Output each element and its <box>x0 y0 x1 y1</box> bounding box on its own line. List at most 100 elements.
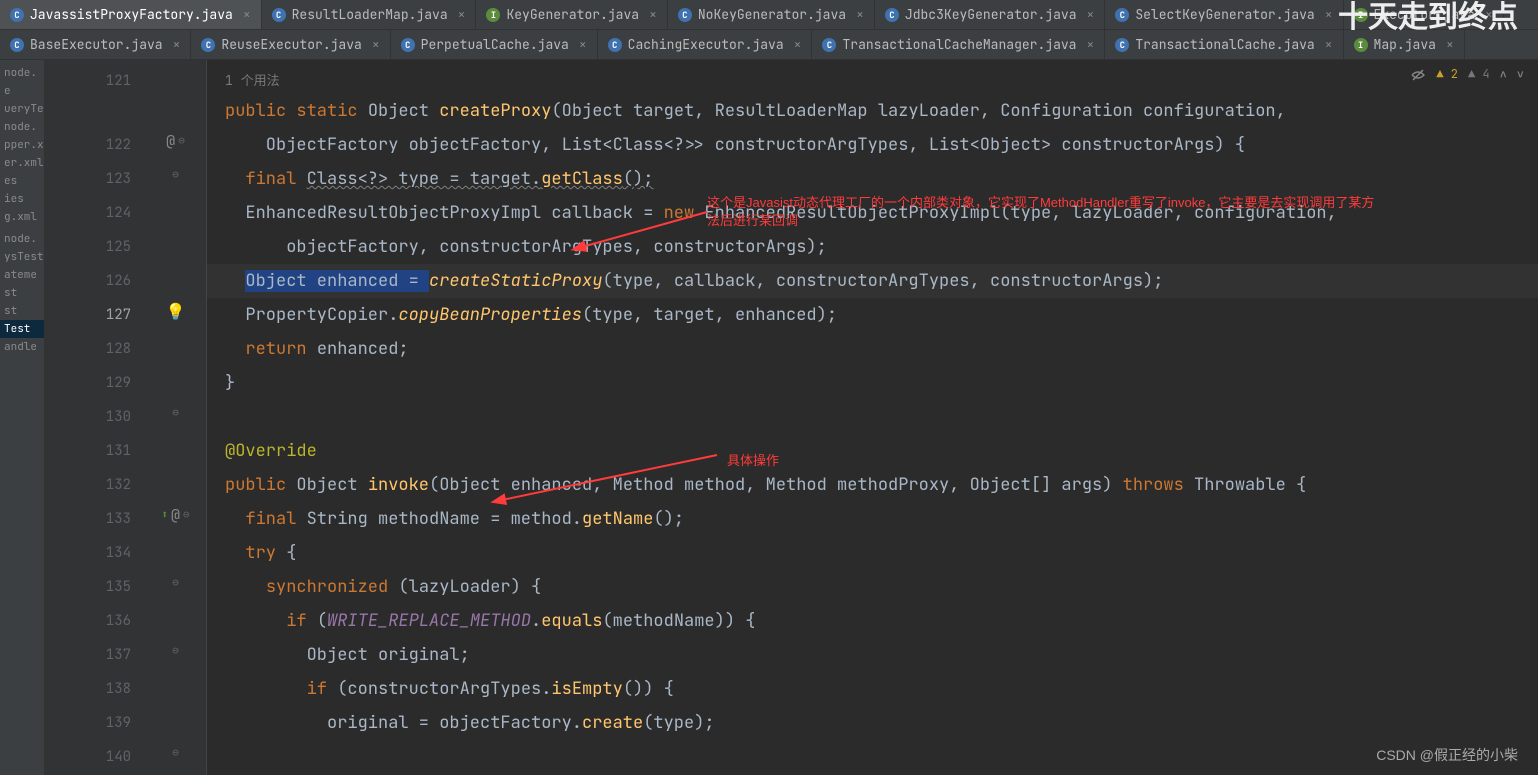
gutter-marks[interactable] <box>145 668 206 702</box>
gutter-marks[interactable]: ⊖ <box>145 634 206 668</box>
file-tab[interactable]: CNoKeyGenerator.java× <box>668 0 875 29</box>
project-item[interactable]: e <box>0 82 44 100</box>
gutter-marks[interactable] <box>145 702 206 736</box>
fold-icon[interactable]: ⊖ <box>172 644 179 658</box>
file-tab[interactable]: CBaseExecutor.java× <box>0 30 191 59</box>
file-tab[interactable]: CPerpetualCache.java× <box>391 30 598 59</box>
warning-icon[interactable]: ▲ 2 <box>1436 66 1458 82</box>
gutter-marks[interactable] <box>145 600 206 634</box>
close-icon[interactable]: × <box>1325 6 1333 23</box>
line-number[interactable]: 134 <box>45 536 145 570</box>
line-number[interactable]: 136 <box>45 604 145 638</box>
file-tab[interactable]: IKeyGenerator.java× <box>476 0 667 29</box>
inspection-bar[interactable]: ▲ 2 ▲ 4 ∧ ∨ <box>1410 66 1524 83</box>
line-number[interactable]: 125 <box>45 230 145 264</box>
override-up-icon[interactable]: ⬆ <box>161 508 168 522</box>
project-item[interactable]: ueryTe <box>0 100 44 118</box>
file-tab[interactable]: CTransactionalCache.java× <box>1105 30 1343 59</box>
close-icon[interactable]: × <box>173 36 181 53</box>
fold-icon[interactable]: ⊖ <box>178 134 185 148</box>
close-icon[interactable]: × <box>649 6 657 23</box>
up-icon[interactable]: ∧ <box>1500 66 1507 82</box>
fold-icon[interactable]: ⊖ <box>172 576 179 590</box>
gutter-marks[interactable] <box>145 464 206 498</box>
close-icon[interactable]: × <box>1446 36 1454 53</box>
line-number[interactable]: 135 <box>45 570 145 604</box>
line-number[interactable]: 131 <box>45 434 145 468</box>
file-tab[interactable]: CCachingExecutor.java× <box>598 30 813 59</box>
line-number[interactable]: 137 <box>45 638 145 672</box>
gutter-marks[interactable] <box>145 192 206 226</box>
line-number[interactable]: 130 <box>45 400 145 434</box>
line-number[interactable]: 133 <box>45 502 145 536</box>
line-number[interactable]: 129 <box>45 366 145 400</box>
gutter-marks[interactable]: ⊖ <box>145 566 206 600</box>
gutter-marks[interactable]: @⊖ <box>145 124 206 158</box>
gutter-marks[interactable]: ⊖ <box>145 396 206 430</box>
project-item[interactable]: er.xml <box>0 154 44 172</box>
close-icon[interactable]: × <box>1087 36 1095 53</box>
close-icon[interactable]: × <box>458 6 466 23</box>
interface-icon: I <box>486 8 500 22</box>
bulb-icon[interactable]: 💡 <box>166 301 186 322</box>
gutter-marks[interactable]: 💡 <box>145 294 206 328</box>
fold-icon[interactable]: ⊖ <box>172 746 179 760</box>
gutter-marks[interactable] <box>145 328 206 362</box>
project-item[interactable]: node. <box>0 118 44 136</box>
code-editor[interactable]: 1211221231241251261271281291301311321331… <box>45 60 1538 775</box>
project-item[interactable]: ysTest <box>0 248 44 266</box>
gutter-marks[interactable]: ⊖ <box>145 736 206 770</box>
down-icon[interactable]: ∨ <box>1517 66 1524 82</box>
eye-off-icon[interactable] <box>1410 66 1426 83</box>
line-number[interactable]: 138 <box>45 672 145 706</box>
line-number[interactable]: 132 <box>45 468 145 502</box>
gutter-marks[interactable] <box>145 430 206 464</box>
project-sidebar[interactable]: node.eueryTenode.pper.xer.xmlesiesg.xmln… <box>0 60 45 775</box>
close-icon[interactable]: × <box>794 36 802 53</box>
file-tab[interactable]: CResultLoaderMap.java× <box>262 0 477 29</box>
gutter-marks[interactable]: ⬆@⊖ <box>145 498 206 532</box>
code-area[interactable]: ▲ 2 ▲ 4 ∧ ∨ 1 个用法 public static Object c… <box>207 60 1538 775</box>
file-tab[interactable]: CTransactionalCacheManager.java× <box>812 30 1105 59</box>
file-tab[interactable]: CJavassistProxyFactory.java× <box>0 0 262 29</box>
gutter-marks[interactable]: ⊖ <box>145 158 206 192</box>
project-item[interactable]: g.xml <box>0 208 44 226</box>
close-icon[interactable]: × <box>579 36 587 53</box>
close-icon[interactable]: × <box>372 36 380 53</box>
project-item[interactable]: st <box>0 302 44 320</box>
project-item[interactable]: st <box>0 284 44 302</box>
gutter-marks[interactable] <box>145 532 206 566</box>
file-tab[interactable]: CReuseExecutor.java× <box>191 30 390 59</box>
close-icon[interactable]: × <box>1325 36 1333 53</box>
line-number[interactable]: 128 <box>45 332 145 366</box>
usage-hint[interactable]: 1 个用法 <box>207 64 1538 94</box>
project-item[interactable]: ateme <box>0 266 44 284</box>
project-item[interactable]: ies <box>0 190 44 208</box>
close-icon[interactable]: × <box>856 6 864 23</box>
line-number[interactable]: 127 <box>45 298 145 332</box>
project-item[interactable]: pper.x <box>0 136 44 154</box>
line-number[interactable]: 123 <box>45 162 145 196</box>
line-number[interactable]: 121 <box>45 64 145 98</box>
file-tab[interactable]: CSelectKeyGenerator.java× <box>1105 0 1343 29</box>
line-number[interactable]: 122 <box>45 128 145 162</box>
project-item[interactable]: Test <box>0 320 44 338</box>
gutter-marks[interactable] <box>145 362 206 396</box>
file-tab[interactable]: CJdbc3KeyGenerator.java× <box>875 0 1105 29</box>
line-number[interactable]: 124 <box>45 196 145 230</box>
line-number[interactable]: 140 <box>45 740 145 774</box>
fold-icon[interactable]: ⊖ <box>183 508 190 522</box>
fold-icon[interactable]: ⊖ <box>172 406 179 420</box>
line-number[interactable]: 126 <box>45 264 145 298</box>
close-icon[interactable]: × <box>1087 6 1095 23</box>
fold-icon[interactable]: ⊖ <box>172 168 179 182</box>
project-item[interactable]: es <box>0 172 44 190</box>
project-item[interactable]: node. <box>0 64 44 82</box>
line-number[interactable]: 139 <box>45 706 145 740</box>
project-item[interactable]: andle <box>0 338 44 356</box>
gutter-marks[interactable] <box>145 260 206 294</box>
gutter-marks[interactable] <box>145 226 206 260</box>
close-icon[interactable]: × <box>243 6 251 23</box>
project-item[interactable]: node. <box>0 230 44 248</box>
weak-warning-icon[interactable]: ▲ 4 <box>1468 66 1490 82</box>
